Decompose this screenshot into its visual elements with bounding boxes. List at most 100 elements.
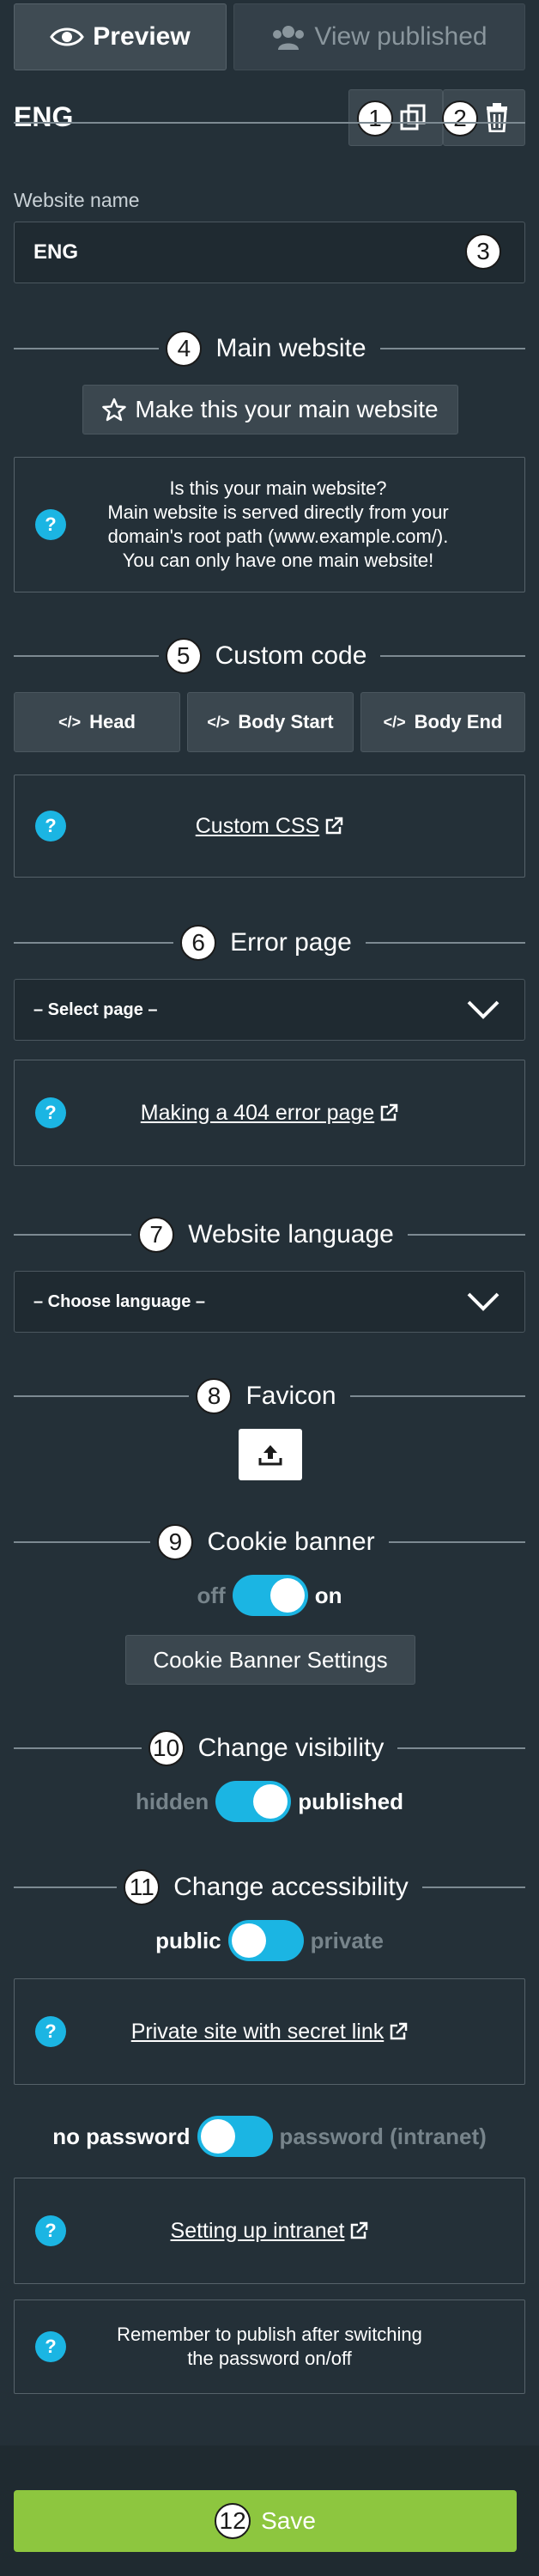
accessibility-public-label: public: [155, 1927, 221, 1953]
error-page-select[interactable]: – Select page –: [14, 979, 525, 1041]
toggle-knob: [253, 1784, 288, 1819]
private-site-info-box: ? Private site with secret link: [14, 1978, 525, 2085]
chevron-down-icon: [467, 1000, 500, 1019]
error-page-info-box: ? Making a 404 error page: [14, 1060, 525, 1166]
password-toggle[interactable]: [197, 2116, 273, 2157]
preview-tab-label: Preview: [93, 22, 191, 51]
help-icon[interactable]: ?: [35, 509, 66, 540]
custom-css-link[interactable]: Custom CSS: [196, 814, 343, 839]
preview-tab[interactable]: Preview: [14, 3, 227, 70]
visibility-toggle-row: hidden published: [14, 1779, 525, 1824]
favicon-heading: 8 Favicon: [14, 1378, 526, 1414]
error-page-title: Error page: [230, 928, 352, 957]
toggle-knob: [270, 1578, 305, 1613]
visibility-published-label: published: [298, 1788, 403, 1814]
main-website-info-line3: domain's root path (www.example.com/).: [107, 526, 449, 547]
trash-icon: [487, 103, 507, 132]
help-icon[interactable]: ?: [35, 2016, 66, 2047]
head-code-button[interactable]: </> Head: [14, 692, 180, 752]
website-language-heading: 7 Website language: [14, 1217, 525, 1253]
copy-icon: [400, 104, 426, 131]
accessibility-toggle-row: public private: [14, 1918, 525, 1963]
badge-9: 9: [157, 1524, 194, 1560]
intranet-link-label: Setting up intranet: [170, 2218, 345, 2243]
main-website-title: Main website: [215, 334, 366, 362]
password-intranet-label: password (intranet): [279, 2123, 487, 2149]
private-site-link-label: Private site with secret link: [130, 2019, 385, 2044]
main-website-info-box: ? Is this your main website? Main websit…: [14, 457, 525, 592]
badge-3: 3: [465, 234, 501, 270]
custom-code-heading: 5 Custom code: [14, 638, 525, 674]
website-language-title: Website language: [188, 1220, 394, 1249]
external-link-icon: [380, 1103, 398, 1121]
badge-12: 12: [215, 2503, 251, 2539]
view-published-tab-label: View published: [314, 22, 488, 51]
error-page-heading: 6 Error page: [14, 925, 525, 961]
custom-code-title: Custom code: [215, 641, 367, 670]
accessibility-private-label: private: [310, 1927, 384, 1953]
visibility-hidden-label: hidden: [136, 1788, 209, 1814]
code-icon: </>: [58, 713, 82, 731]
star-icon: [102, 398, 127, 422]
website-language-select[interactable]: – Choose language –: [14, 1271, 525, 1333]
custom-css-info-box: ? Custom CSS: [14, 775, 525, 878]
visibility-title: Change visibility: [197, 1734, 385, 1762]
code-icon: </>: [383, 713, 406, 731]
cookie-banner-settings-button[interactable]: Cookie Banner Settings: [125, 1635, 415, 1685]
toggle-knob: [231, 1923, 266, 1958]
main-website-heading: 4 Main website: [14, 331, 526, 367]
main-website-info-line1: Is this your main website?: [169, 477, 387, 499]
help-icon[interactable]: ?: [35, 1097, 66, 1128]
view-published-tab[interactable]: View published: [233, 3, 525, 70]
custom-css-link-label: Custom CSS: [195, 813, 320, 838]
cookie-banner-heading: 9 Cookie banner: [14, 1524, 526, 1560]
reminder-line1: Remember to publish after switching: [117, 2324, 422, 2345]
badge-7: 7: [138, 1217, 175, 1253]
help-icon[interactable]: ?: [35, 811, 66, 841]
body-end-code-button[interactable]: </> Body End: [360, 692, 525, 752]
head-code-label: Head: [89, 711, 136, 732]
make-main-website-button[interactable]: Make this your main website: [82, 385, 458, 434]
badge-4: 4: [166, 331, 203, 367]
badge-11: 11: [124, 1869, 160, 1905]
password-toggle-row: no password password (intranet): [14, 2114, 525, 2159]
users-icon: [273, 26, 305, 50]
cookie-banner-title: Cookie banner: [207, 1528, 375, 1556]
badge-6: 6: [180, 925, 217, 961]
eye-icon: [50, 27, 85, 46]
website-language-select-value: – Choose language –: [33, 1291, 206, 1311]
save-button-label: Save: [261, 2507, 316, 2534]
external-link-icon: [391, 2022, 408, 2040]
external-link-icon: [351, 2221, 368, 2239]
favicon-title: Favicon: [245, 1382, 336, 1410]
save-button[interactable]: 12 Save: [14, 2490, 517, 2552]
cookie-banner-toggle-row: off on: [14, 1573, 525, 1618]
cookie-off-label: off: [197, 1582, 226, 1608]
upload-icon: [258, 1445, 282, 1466]
badge-2: 2: [442, 100, 478, 137]
cookie-banner-toggle[interactable]: [232, 1575, 308, 1616]
website-name-input[interactable]: ENG: [14, 222, 525, 283]
favicon-upload-button[interactable]: [239, 1429, 302, 1480]
error-page-link-label: Making a 404 error page: [140, 1100, 375, 1125]
visibility-heading: 10 Change visibility: [14, 1730, 525, 1766]
title-divider: [14, 122, 525, 124]
toggle-knob: [200, 2119, 235, 2154]
body-start-code-button[interactable]: </> Body Start: [187, 692, 354, 752]
visibility-toggle[interactable]: [215, 1781, 292, 1822]
error-page-link[interactable]: Making a 404 error page: [141, 1101, 398, 1126]
help-icon[interactable]: ?: [35, 2331, 66, 2362]
badge-5: 5: [165, 638, 202, 674]
badge-10: 10: [148, 1730, 185, 1766]
badge-8: 8: [196, 1378, 233, 1414]
private-site-link[interactable]: Private site with secret link: [131, 2020, 409, 2044]
external-link-icon: [325, 817, 343, 835]
intranet-link[interactable]: Setting up intranet: [171, 2219, 369, 2244]
code-icon: </>: [207, 713, 230, 731]
cookie-banner-settings-label: Cookie Banner Settings: [153, 1646, 388, 1673]
help-icon[interactable]: ?: [35, 2215, 66, 2246]
website-name-label: Website name: [14, 189, 140, 211]
body-end-code-label: Body End: [414, 711, 503, 732]
page-title: ENG: [14, 101, 74, 132]
accessibility-toggle[interactable]: [227, 1920, 304, 1961]
